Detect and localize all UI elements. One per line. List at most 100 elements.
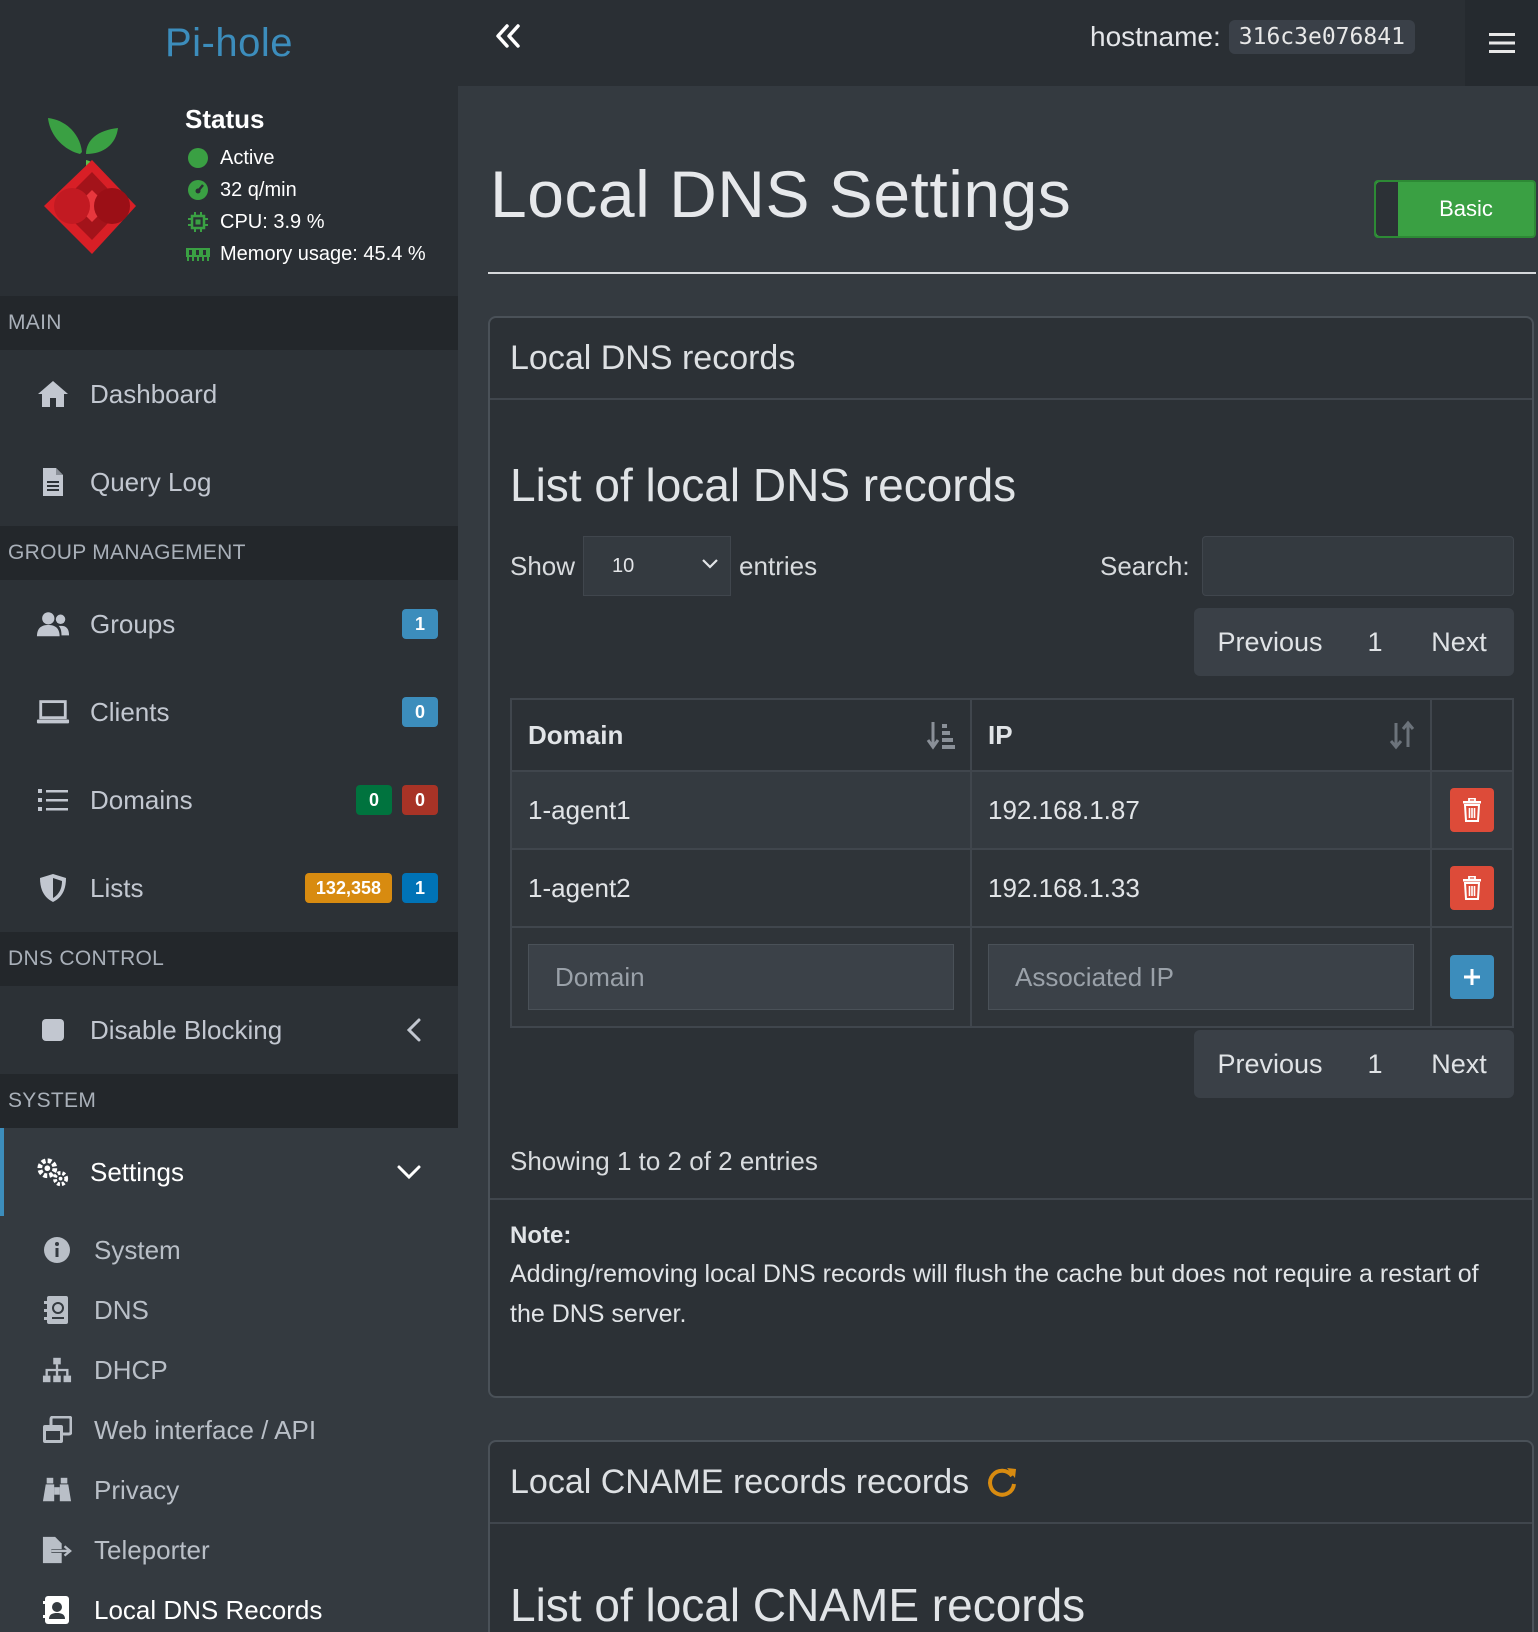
- sidebar-subitem-label: DHCP: [94, 1354, 168, 1385]
- toggle-handle: [1376, 182, 1398, 236]
- users-icon: [36, 607, 70, 641]
- lists-domain-count-badge: 132,358: [304, 873, 392, 903]
- brand-logo-text[interactable]: Pi-hole: [0, 0, 458, 86]
- table-row: 1-agent2 192.168.1.33: [512, 850, 1512, 928]
- nav-header-main: MAIN: [0, 296, 458, 350]
- column-header-label: IP: [988, 719, 1013, 750]
- sidebar-subitem-system[interactable]: System: [0, 1220, 458, 1280]
- chevron-left-icon: [406, 986, 422, 1074]
- search-input[interactable]: [1202, 536, 1514, 596]
- sidebar-item-groups[interactable]: Groups 1: [0, 580, 458, 668]
- sidebar-subitem-label: Teleporter: [94, 1534, 210, 1565]
- add-record-button[interactable]: [1450, 955, 1494, 999]
- trash-icon: [1463, 798, 1481, 822]
- ip-input[interactable]: Associated IP: [988, 944, 1414, 1010]
- gears-icon: [36, 1155, 70, 1189]
- hamburger-icon: [1488, 33, 1515, 53]
- table-header-row: Domain IP: [512, 700, 1512, 772]
- pihole-logo[interactable]: [36, 110, 148, 266]
- sidebar-subitem-privacy[interactable]: Privacy: [0, 1460, 458, 1520]
- status-cpu-text: CPU: 3.9 %: [220, 210, 325, 233]
- sidebar-item-clients[interactable]: Clients 0: [0, 668, 458, 756]
- pagination-bottom: Previous 1 Next: [1194, 1030, 1514, 1098]
- column-header-label: Domain: [528, 719, 624, 750]
- status-active: Active: [186, 144, 274, 172]
- sidebar-subitem-dhcp[interactable]: DHCP: [0, 1340, 458, 1400]
- sidebar-item-lists[interactable]: Lists 132,358 1: [0, 844, 458, 932]
- sidebar-item-dashboard[interactable]: Dashboard: [0, 350, 458, 438]
- previous-page-button[interactable]: Previous: [1194, 1049, 1346, 1080]
- nav-header-system: SYSTEM: [0, 1074, 458, 1128]
- column-header-actions: [1432, 700, 1512, 770]
- domain-input[interactable]: Domain: [528, 944, 954, 1010]
- card-header: Local CNAME records records: [490, 1442, 1532, 1524]
- trash-icon: [1463, 876, 1481, 900]
- entries-label: entries: [739, 550, 818, 581]
- sidebar-subitem-local-dns-records[interactable]: Local DNS Records: [0, 1580, 458, 1632]
- sidebar-subitem-dns[interactable]: DNS: [0, 1280, 458, 1340]
- cell-actions: [1432, 772, 1512, 848]
- cell-domain: 1-agent2: [512, 850, 972, 926]
- sidebar-item-label: Dashboard: [90, 378, 218, 409]
- delete-button[interactable]: [1450, 866, 1494, 910]
- pagination-top: Previous 1 Next: [1194, 608, 1514, 676]
- domains-deny-badge: 0: [402, 785, 438, 815]
- menu-button[interactable]: [1465, 0, 1538, 86]
- cpu-icon: [186, 210, 210, 234]
- file-text-icon: [36, 465, 70, 499]
- groups-count-badge: 1: [402, 609, 438, 639]
- settings-submenu: System DNS DHCP Web interface / API Priv…: [0, 1216, 458, 1632]
- title-divider: [488, 272, 1536, 274]
- status-title: Status: [185, 104, 265, 134]
- entries-length-control: Show 10 entries: [510, 536, 817, 596]
- cell-ip: 192.168.1.87: [972, 772, 1432, 848]
- sidebar-item-disable-blocking[interactable]: Disable Blocking: [0, 986, 458, 1074]
- list-title: List of local CNAME records: [510, 1579, 1086, 1631]
- local-dns-records-card: Local DNS records List of local DNS reco…: [488, 316, 1534, 1398]
- binoculars-icon: [42, 1475, 72, 1505]
- card-header: Local DNS records: [490, 318, 1532, 400]
- refresh-icon[interactable]: [985, 1465, 1019, 1499]
- list-icon: [36, 783, 70, 817]
- next-page-button[interactable]: Next: [1404, 1049, 1514, 1080]
- top-navbar: Pi-hole hostname: 316c3e076841: [0, 0, 1538, 86]
- sidebar-item-settings[interactable]: Settings: [0, 1128, 458, 1216]
- sidebar-item-query-log[interactable]: Query Log: [0, 438, 458, 526]
- entries-per-page-select[interactable]: 10: [583, 536, 732, 596]
- cell-domain: 1-agent1: [512, 772, 972, 848]
- show-label: Show: [510, 550, 576, 581]
- sort-ascending-icon: [926, 722, 955, 750]
- memory-icon: [186, 242, 210, 266]
- sidebar-subitem-teleporter[interactable]: Teleporter: [0, 1520, 458, 1580]
- column-header-ip[interactable]: IP: [972, 700, 1432, 770]
- hostname-display: hostname: 316c3e076841: [1090, 18, 1415, 56]
- window-restore-icon: [42, 1415, 72, 1445]
- status-queries-text: 32 q/min: [220, 178, 297, 201]
- domains-allow-badge: 0: [356, 785, 392, 815]
- column-header-domain[interactable]: Domain: [512, 700, 972, 770]
- sidebar-subitem-label: System: [94, 1234, 181, 1265]
- hostname-label: hostname:: [1090, 21, 1221, 52]
- cell-domain-input: Domain: [512, 928, 972, 1026]
- laptop-icon: [36, 695, 70, 729]
- next-page-button[interactable]: Next: [1404, 627, 1514, 658]
- sidebar-toggle-button[interactable]: [488, 14, 528, 58]
- page-number-button[interactable]: 1: [1346, 627, 1404, 658]
- page-number-button[interactable]: 1: [1346, 1049, 1404, 1080]
- search-label: Search:: [1100, 550, 1190, 581]
- status-panel: Status Active 32 q/min CPU: 3.9 % Memory…: [0, 86, 458, 296]
- card-header-title: Local CNAME records records: [510, 1462, 970, 1501]
- note-body: Adding/removing local DNS records will f…: [510, 1260, 1479, 1328]
- home-icon: [36, 377, 70, 411]
- contact-card-icon: [42, 1595, 72, 1625]
- expert-mode-toggle[interactable]: Basic: [1374, 180, 1536, 238]
- stop-icon: [36, 1013, 70, 1047]
- gauge-icon: [186, 178, 210, 202]
- sidebar-item-label: Groups: [90, 608, 176, 639]
- previous-page-button[interactable]: Previous: [1194, 627, 1346, 658]
- delete-button[interactable]: [1450, 788, 1494, 832]
- sidebar-subitem-web-interface[interactable]: Web interface / API: [0, 1400, 458, 1460]
- clients-count-badge: 0: [402, 697, 438, 727]
- status-cpu: CPU: 3.9 %: [186, 208, 324, 236]
- sidebar-item-domains[interactable]: Domains 0 0: [0, 756, 458, 844]
